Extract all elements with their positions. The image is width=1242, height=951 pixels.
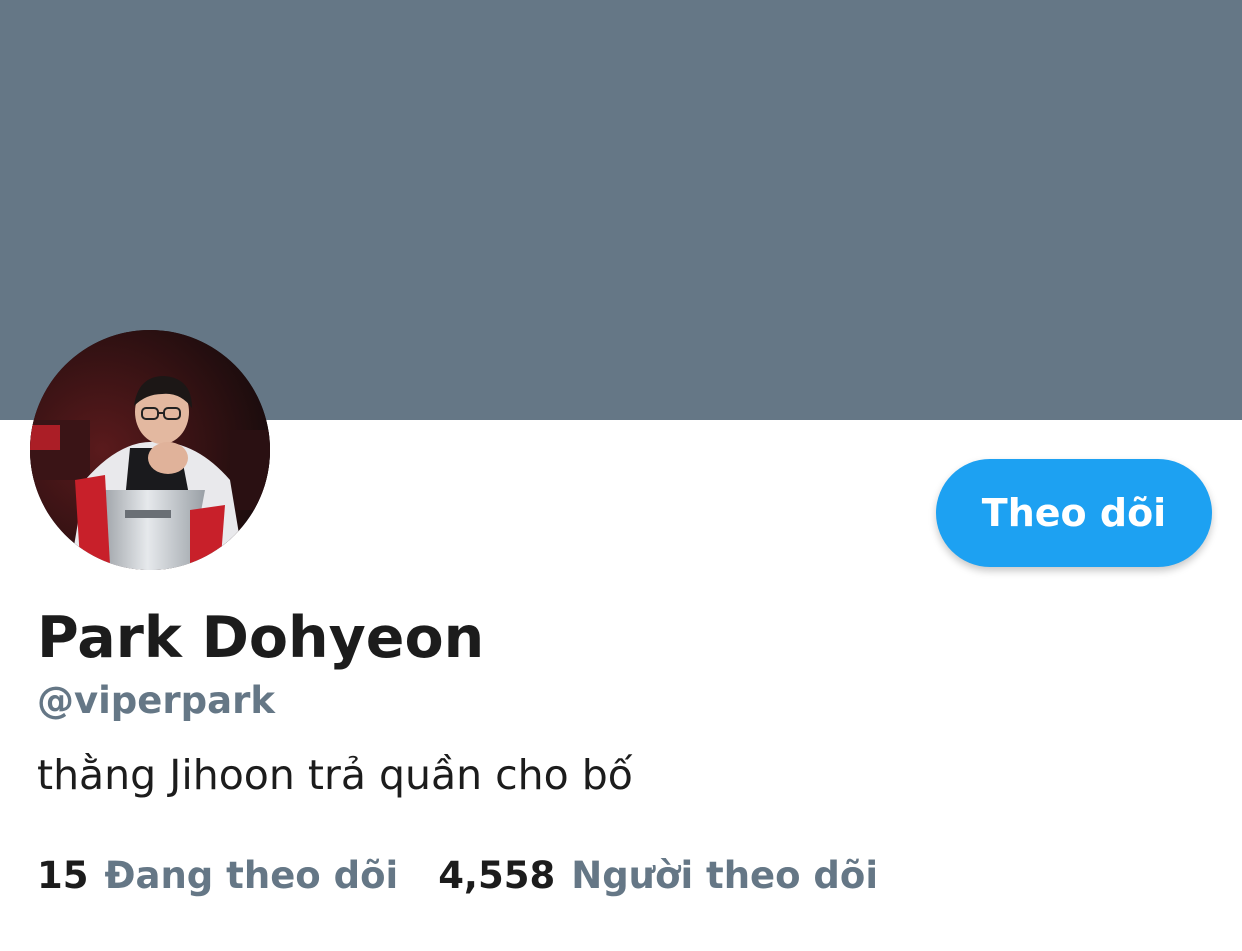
profile-bio: thằng Jihoon trả quần cho bố: [37, 751, 633, 799]
following-label: Đang theo dõi: [104, 853, 399, 897]
followers-count: 4,558: [438, 853, 556, 897]
username-handle: @viperpark: [37, 679, 275, 722]
followers-stat-link[interactable]: 4,558 Người theo dõi: [438, 854, 878, 897]
following-stat-link[interactable]: 15 Đang theo dõi: [37, 854, 398, 897]
avatar-photo: [30, 330, 270, 570]
display-name: Park Dohyeon: [37, 605, 485, 671]
followers-label: Người theo dõi: [571, 853, 879, 897]
following-count: 15: [37, 853, 89, 897]
follow-button[interactable]: Theo dõi: [936, 459, 1212, 567]
avatar[interactable]: [30, 330, 270, 570]
profile-stats: 15 Đang theo dõi 4,558 Người theo dõi: [37, 850, 878, 900]
